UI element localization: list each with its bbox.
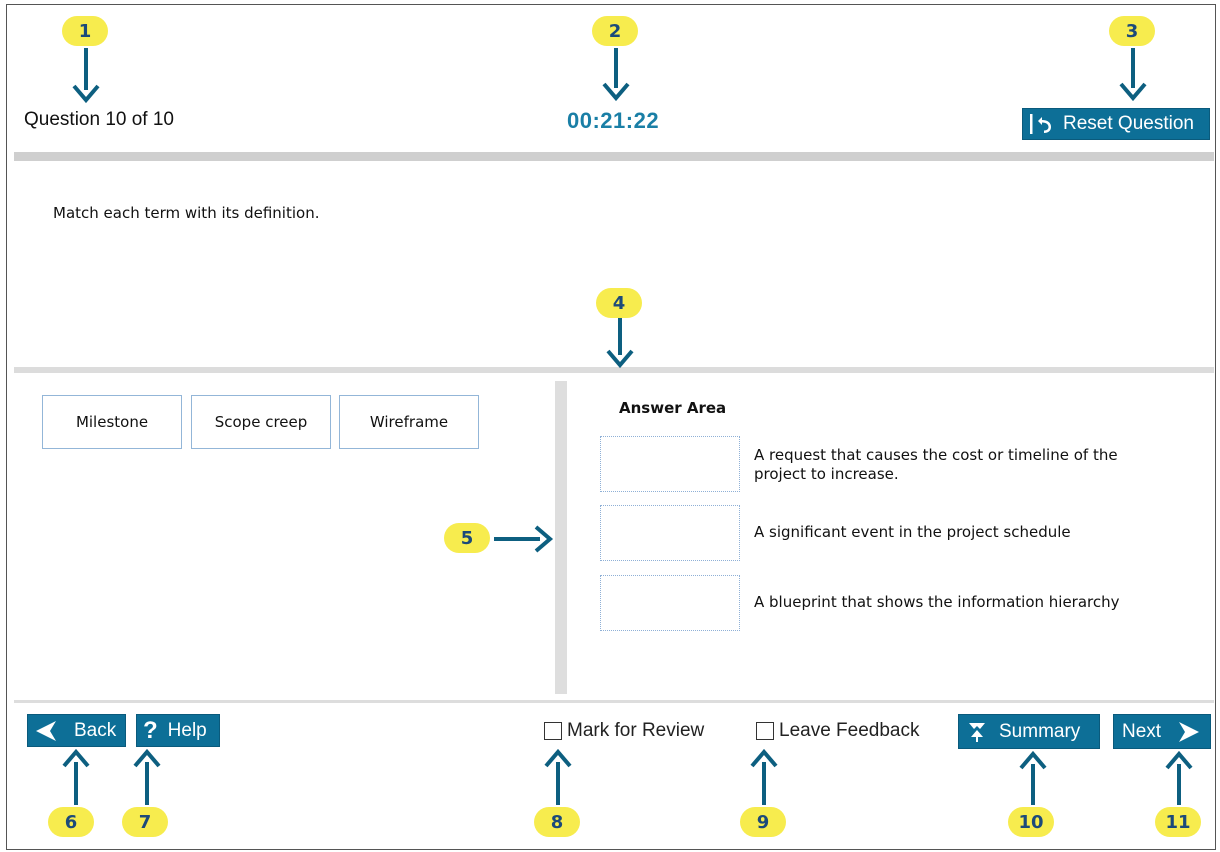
callout-badge-6: 6: [48, 807, 94, 837]
callout-arrows: [62, 48, 1193, 805]
callout-badge-7: 7: [122, 807, 168, 837]
callout-badge-9: 9: [740, 807, 786, 837]
callout-badge-3: 3: [1109, 16, 1155, 46]
callout-badge-5: 5: [444, 523, 490, 553]
callout-badge-4: 4: [596, 288, 642, 318]
callout-badge-10: 10: [1008, 807, 1054, 837]
callout-badge-11: 11: [1155, 807, 1201, 837]
callout-badge-2: 2: [592, 16, 638, 46]
callout-badge-1: 1: [62, 16, 108, 46]
callout-badge-8: 8: [534, 807, 580, 837]
